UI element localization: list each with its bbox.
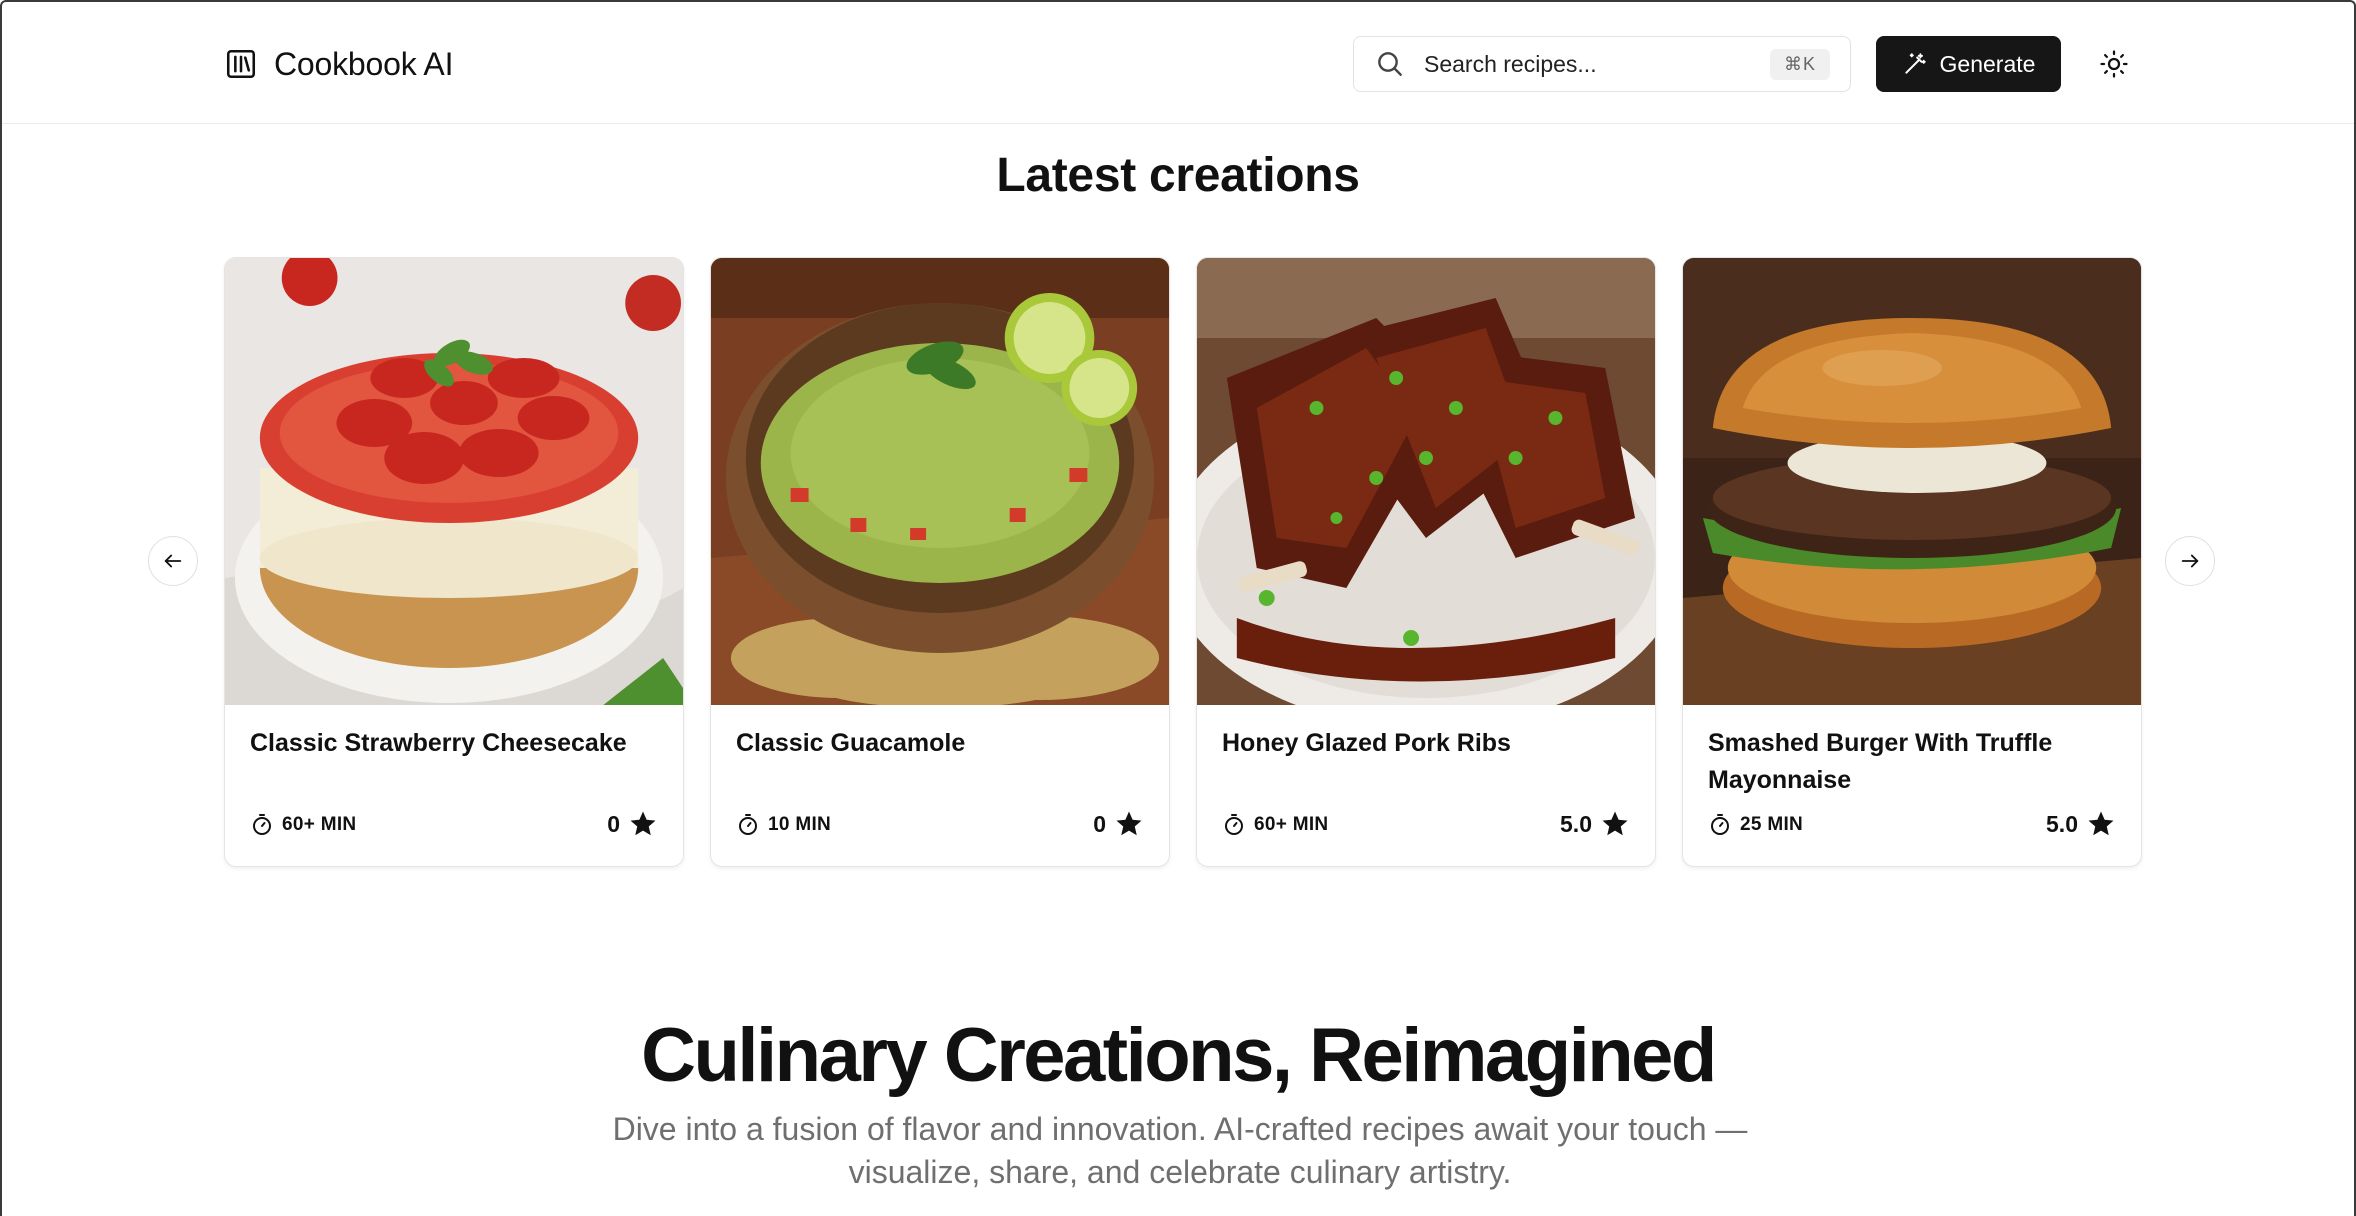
sun-icon [2100,50,2128,78]
arrow-right-icon [2181,554,2199,568]
hero-subtitle: Dive into a fusion of flavor and innovat… [612,1111,1748,1190]
recipe-time: 60+ MIN [1222,813,1328,837]
cheesecake-illustration [225,258,683,705]
search-icon [1378,52,1402,76]
timer-icon [1225,814,1243,835]
recipe-rating: 0 [1093,809,1144,839]
recipe-card[interactable]: Honey Glazed Pork Ribs 60+ MIN 5.0 [1196,257,1656,867]
arrow-left-icon [164,554,182,568]
app-window: Cookbook AI Search recipes... ⌘K Generat… [0,0,2356,1216]
timer-icon [253,814,271,835]
recipe-time-label: 60+ MIN [282,814,357,835]
recipe-time-label: 60+ MIN [1254,814,1329,835]
generate-button[interactable]: Generate [1876,36,2061,92]
recipe-time: 25 MIN [1708,813,1803,837]
star-icon [630,811,656,836]
carousel-next-button[interactable] [2165,536,2215,586]
recipe-rating-value: 0 [607,810,620,837]
recipe-title[interactable]: Classic Strawberry Cheesecake [250,725,660,762]
top-navbar: Cookbook AI Search recipes... ⌘K Generat… [2,2,2354,124]
recipe-card[interactable]: Classic Guacamole 10 MIN 0 [710,257,1170,867]
generate-label: Generate [1939,50,2036,77]
recipe-rating: 0 [607,809,658,839]
recipe-rating: 5.0 [2046,809,2116,839]
search-shortcut-badge: ⌘K [1769,48,1830,80]
theme-toggle-button[interactable] [2096,46,2132,82]
star-icon [1116,811,1142,836]
recipe-title[interactable]: Smashed Burger With Truffle Mayonnaise [1708,725,2118,799]
recipe-rating-value: 5.0 [2046,810,2078,837]
recipe-card[interactable]: Smashed Burger With Truffle Mayonnaise 2… [1682,257,2142,867]
recipe-rating-value: 5.0 [1560,810,1592,837]
timer-icon [1711,814,1729,835]
section-title: Latest creations [996,149,1360,202]
recipe-title[interactable]: Classic Guacamole [736,725,1146,762]
recipe-time-label: 25 MIN [1740,814,1804,835]
hero-title: Culinary Creations, Reimagined [641,1013,1717,1098]
recipe-carousel: Classic Strawberry Cheesecake 60+ MIN 0 [224,257,2142,867]
search-input[interactable]: Search recipes... ⌘K [1353,36,1851,92]
recipe-time: 10 MIN [736,813,831,837]
carousel-prev-button[interactable] [148,536,198,586]
recipe-image-guacamole[interactable] [711,258,1169,705]
recipe-time-label: 10 MIN [768,814,832,835]
recipe-image-burger[interactable] [1683,258,2141,705]
recipe-time: 60+ MIN [250,813,356,837]
recipe-rating: 5.0 [1560,809,1630,839]
recipe-card[interactable]: Classic Strawberry Cheesecake 60+ MIN 0 [224,257,684,867]
brand-name: Cookbook AI [274,45,454,82]
recipe-rating-value: 0 [1093,810,1106,837]
brand-logo[interactable]: Cookbook AI [224,44,453,84]
recipe-title[interactable]: Honey Glazed Pork Ribs [1222,725,1632,762]
guacamole-illustration [711,258,1169,705]
search-placeholder: Search recipes... [1424,50,1597,77]
star-icon [1602,811,1628,836]
star-icon [2088,811,2114,836]
recipe-image-pork-ribs[interactable] [1197,258,1655,705]
pork-ribs-illustration [1197,258,1655,705]
magic-wand-icon [1904,53,1926,74]
library-icon [226,49,256,79]
recipe-image-cheesecake[interactable] [225,258,683,705]
timer-icon [739,814,757,835]
burger-illustration [1683,258,2141,705]
